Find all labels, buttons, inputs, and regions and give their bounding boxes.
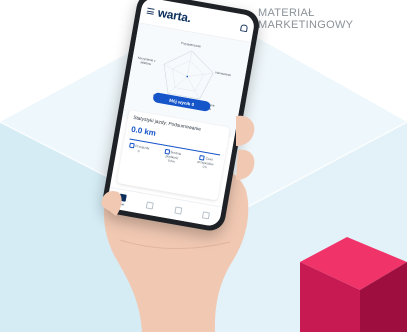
marketing-scene: MATERIAŁ MARKETINGOWY warta. Przyspiesza… <box>0 0 407 332</box>
hand-fingers <box>101 115 255 216</box>
